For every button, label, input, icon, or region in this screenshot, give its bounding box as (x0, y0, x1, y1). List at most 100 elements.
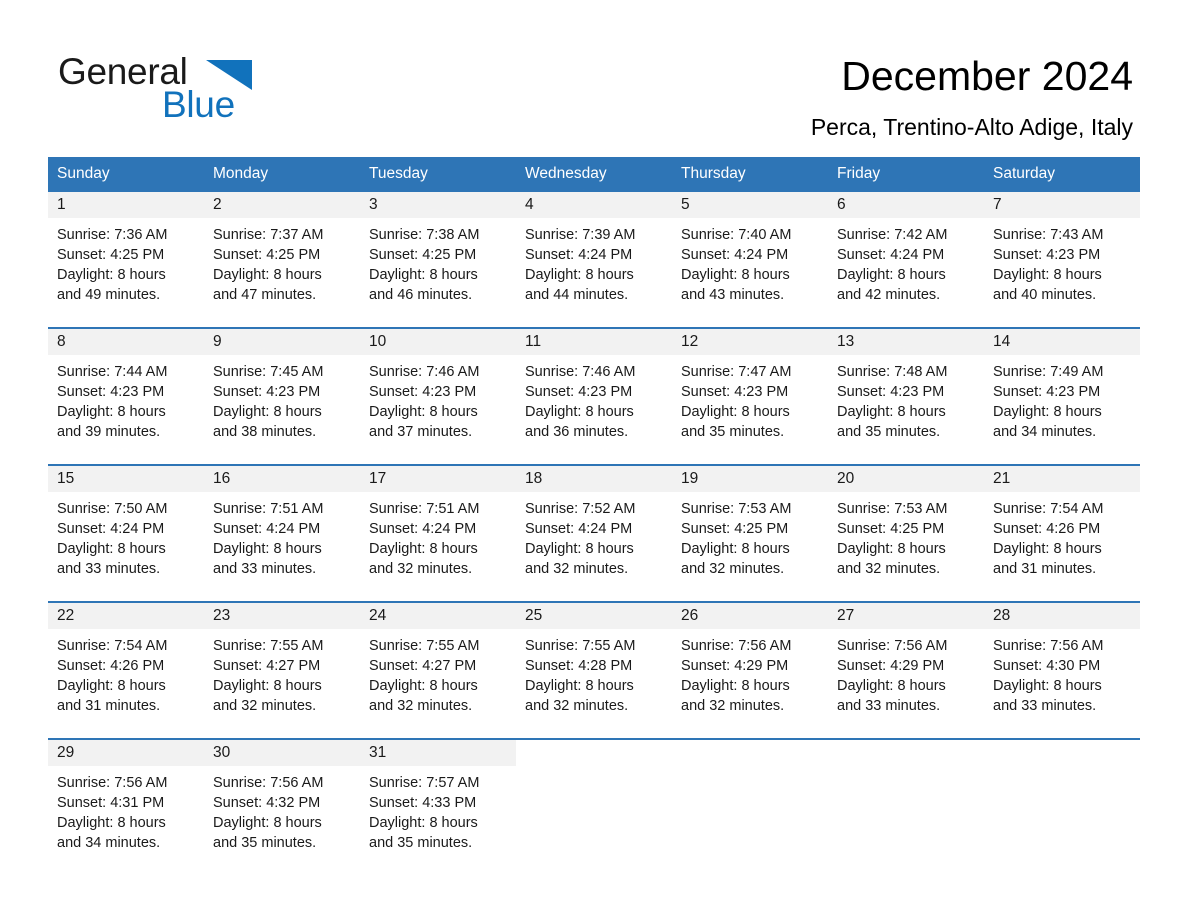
day-number: 22 (48, 603, 204, 629)
day-details: Sunrise: 7:57 AM Sunset: 4:33 PM Daylight:… (360, 766, 516, 853)
sunset-text: Sunset: 4:23 PM (525, 384, 633, 400)
calendar-day-cell[interactable]: 6 Sunrise: 7:42 AM Sunset: 4:24 PM Daylight… (828, 192, 984, 328)
sunset-text: Sunset: 4:23 PM (993, 384, 1101, 400)
day-cell-inner: 4 Sunrise: 7:39 AM Sunset: 4:24 PM Daylight… (516, 192, 672, 327)
day-number: 1 (48, 192, 204, 218)
daylight-text-line1: Daylight: 8 hours (525, 404, 634, 420)
day-details: Sunrise: 7:56 AM Sunset: 4:32 PM Daylight:… (204, 766, 360, 853)
calendar-day-cell[interactable]: 12 Sunrise: 7:47 AM Sunset: 4:23 PM Dayligh… (672, 327, 828, 465)
brand-logo[interactable]: General Blue (58, 52, 358, 128)
day-cell-inner: 30 Sunrise: 7:56 AM Sunset: 4:32 PM Dayligh… (204, 740, 360, 875)
day-details: Sunrise: 7:44 AM Sunset: 4:23 PM Daylight:… (48, 355, 204, 442)
sunrise-text: Sunrise: 7:50 AM (57, 501, 168, 517)
calendar-week-row: 1 Sunrise: 7:36 AM Sunset: 4:25 PM Daylight… (48, 192, 1140, 328)
sunset-text: Sunset: 4:24 PM (369, 521, 477, 537)
calendar-day-cell[interactable]: 26 Sunrise: 7:56 AM Sunset: 4:29 PM Dayligh… (672, 601, 828, 739)
daylight-text-line1: Daylight: 8 hours (993, 541, 1102, 557)
daylight-text-line2: and 44 minutes. (525, 287, 629, 303)
daylight-text-line2: and 32 minutes. (681, 698, 785, 714)
day-cell-inner (984, 740, 1140, 875)
calendar-day-cell[interactable]: 8 Sunrise: 7:44 AM Sunset: 4:23 PM Daylight… (48, 327, 204, 465)
sunset-text: Sunset: 4:28 PM (525, 658, 633, 674)
calendar-day-cell[interactable]: 9 Sunrise: 7:45 AM Sunset: 4:23 PM Daylight… (204, 327, 360, 465)
day-cell-inner: 8 Sunrise: 7:44 AM Sunset: 4:23 PM Daylight… (48, 329, 204, 464)
calendar-day-cell[interactable]: 30 Sunrise: 7:56 AM Sunset: 4:32 PM Dayligh… (204, 738, 360, 875)
sunrise-text: Sunrise: 7:53 AM (681, 501, 792, 517)
daylight-text-line2: and 32 minutes. (837, 561, 941, 577)
weekday-header-friday: Friday (828, 157, 984, 192)
calendar-day-cell[interactable]: 18 Sunrise: 7:52 AM Sunset: 4:24 PM Dayligh… (516, 464, 672, 602)
day-cell-inner: 17 Sunrise: 7:51 AM Sunset: 4:24 PM Dayligh… (360, 466, 516, 601)
day-cell-inner: 24 Sunrise: 7:55 AM Sunset: 4:27 PM Dayligh… (360, 603, 516, 738)
day-cell-inner: 3 Sunrise: 7:38 AM Sunset: 4:25 PM Daylight… (360, 192, 516, 327)
day-details: Sunrise: 7:46 AM Sunset: 4:23 PM Daylight:… (516, 355, 672, 442)
daylight-text-line1: Daylight: 8 hours (681, 404, 790, 420)
calendar-day-cell[interactable]: 4 Sunrise: 7:39 AM Sunset: 4:24 PM Daylight… (516, 192, 672, 328)
sunrise-text: Sunrise: 7:49 AM (993, 364, 1104, 380)
daylight-text-line1: Daylight: 8 hours (525, 541, 634, 557)
day-details: Sunrise: 7:40 AM Sunset: 4:24 PM Daylight:… (672, 218, 828, 305)
day-number: 28 (984, 603, 1140, 629)
calendar-day-cell[interactable]: 25 Sunrise: 7:55 AM Sunset: 4:28 PM Dayligh… (516, 601, 672, 739)
weekday-header-tuesday: Tuesday (360, 157, 516, 192)
day-number: 13 (828, 329, 984, 355)
daylight-text-line1: Daylight: 8 hours (213, 678, 322, 694)
calendar-day-cell[interactable]: 28 Sunrise: 7:56 AM Sunset: 4:30 PM Dayligh… (984, 601, 1140, 739)
calendar-day-cell[interactable]: 21 Sunrise: 7:54 AM Sunset: 4:26 PM Dayligh… (984, 464, 1140, 602)
calendar-day-cell[interactable]: 11 Sunrise: 7:46 AM Sunset: 4:23 PM Dayligh… (516, 327, 672, 465)
day-details: Sunrise: 7:50 AM Sunset: 4:24 PM Daylight:… (48, 492, 204, 579)
calendar-day-cell[interactable]: 14 Sunrise: 7:49 AM Sunset: 4:23 PM Dayligh… (984, 327, 1140, 465)
day-number: 6 (828, 192, 984, 218)
day-details: Sunrise: 7:56 AM Sunset: 4:29 PM Daylight:… (828, 629, 984, 716)
sunset-text: Sunset: 4:26 PM (993, 521, 1101, 537)
calendar-day-cell-empty (672, 738, 828, 875)
calendar-day-cell[interactable]: 2 Sunrise: 7:37 AM Sunset: 4:25 PM Daylight… (204, 192, 360, 328)
calendar-day-cell[interactable]: 5 Sunrise: 7:40 AM Sunset: 4:24 PM Daylight… (672, 192, 828, 328)
day-cell-inner: 23 Sunrise: 7:55 AM Sunset: 4:27 PM Dayligh… (204, 603, 360, 738)
day-cell-inner: 31 Sunrise: 7:57 AM Sunset: 4:33 PM Dayligh… (360, 740, 516, 875)
calendar-day-cell[interactable]: 24 Sunrise: 7:55 AM Sunset: 4:27 PM Dayligh… (360, 601, 516, 739)
calendar-day-cell[interactable]: 10 Sunrise: 7:46 AM Sunset: 4:23 PM Dayligh… (360, 327, 516, 465)
sunrise-text: Sunrise: 7:43 AM (993, 227, 1104, 243)
calendar-day-cell[interactable]: 23 Sunrise: 7:55 AM Sunset: 4:27 PM Dayligh… (204, 601, 360, 739)
day-details: Sunrise: 7:52 AM Sunset: 4:24 PM Daylight:… (516, 492, 672, 579)
sunrise-text: Sunrise: 7:55 AM (369, 638, 480, 654)
day-details: Sunrise: 7:56 AM Sunset: 4:30 PM Daylight:… (984, 629, 1140, 716)
calendar-day-cell[interactable]: 17 Sunrise: 7:51 AM Sunset: 4:24 PM Dayligh… (360, 464, 516, 602)
calendar-day-cell[interactable]: 16 Sunrise: 7:51 AM Sunset: 4:24 PM Dayligh… (204, 464, 360, 602)
day-cell-inner: 15 Sunrise: 7:50 AM Sunset: 4:24 PM Dayligh… (48, 466, 204, 601)
calendar-day-cell[interactable]: 3 Sunrise: 7:38 AM Sunset: 4:25 PM Daylight… (360, 192, 516, 328)
calendar-day-cell[interactable]: 20 Sunrise: 7:53 AM Sunset: 4:25 PM Dayligh… (828, 464, 984, 602)
sunset-text: Sunset: 4:25 PM (213, 247, 321, 263)
day-number: 25 (516, 603, 672, 629)
day-cell-inner (516, 740, 672, 875)
calendar-grid: Sunday Monday Tuesday Wednesday Thursday… (48, 157, 1140, 875)
day-number: 24 (360, 603, 516, 629)
day-cell-inner: 29 Sunrise: 7:56 AM Sunset: 4:31 PM Dayligh… (48, 740, 204, 875)
calendar-day-cell[interactable]: 13 Sunrise: 7:48 AM Sunset: 4:23 PM Dayligh… (828, 327, 984, 465)
day-number: 14 (984, 329, 1140, 355)
calendar-day-cell[interactable]: 7 Sunrise: 7:43 AM Sunset: 4:23 PM Daylight… (984, 192, 1140, 328)
calendar-day-cell[interactable]: 15 Sunrise: 7:50 AM Sunset: 4:24 PM Dayligh… (48, 464, 204, 602)
sunset-text: Sunset: 4:25 PM (369, 247, 477, 263)
day-number: 12 (672, 329, 828, 355)
day-cell-inner: 20 Sunrise: 7:53 AM Sunset: 4:25 PM Dayligh… (828, 466, 984, 601)
day-cell-inner: 2 Sunrise: 7:37 AM Sunset: 4:25 PM Daylight… (204, 192, 360, 327)
day-number: 3 (360, 192, 516, 218)
calendar-day-cell[interactable]: 22 Sunrise: 7:54 AM Sunset: 4:26 PM Dayligh… (48, 601, 204, 739)
calendar-day-cell[interactable]: 27 Sunrise: 7:56 AM Sunset: 4:29 PM Dayligh… (828, 601, 984, 739)
day-number: 16 (204, 466, 360, 492)
calendar-day-cell[interactable]: 1 Sunrise: 7:36 AM Sunset: 4:25 PM Daylight… (48, 192, 204, 328)
calendar-day-cell[interactable]: 19 Sunrise: 7:53 AM Sunset: 4:25 PM Dayligh… (672, 464, 828, 602)
daylight-text-line1: Daylight: 8 hours (681, 541, 790, 557)
calendar-day-cell[interactable]: 31 Sunrise: 7:57 AM Sunset: 4:33 PM Dayligh… (360, 738, 516, 875)
calendar-week-row: 8 Sunrise: 7:44 AM Sunset: 4:23 PM Daylight… (48, 327, 1140, 465)
day-details: Sunrise: 7:49 AM Sunset: 4:23 PM Daylight:… (984, 355, 1140, 442)
daylight-text-line2: and 33 minutes. (993, 698, 1097, 714)
daylight-text-line1: Daylight: 8 hours (213, 541, 322, 557)
daylight-text-line2: and 32 minutes. (525, 561, 629, 577)
daylight-text-line2: and 40 minutes. (993, 287, 1097, 303)
daylight-text-line2: and 32 minutes. (525, 698, 629, 714)
calendar-day-cell[interactable]: 29 Sunrise: 7:56 AM Sunset: 4:31 PM Dayligh… (48, 738, 204, 875)
daylight-text-line2: and 33 minutes. (213, 561, 317, 577)
